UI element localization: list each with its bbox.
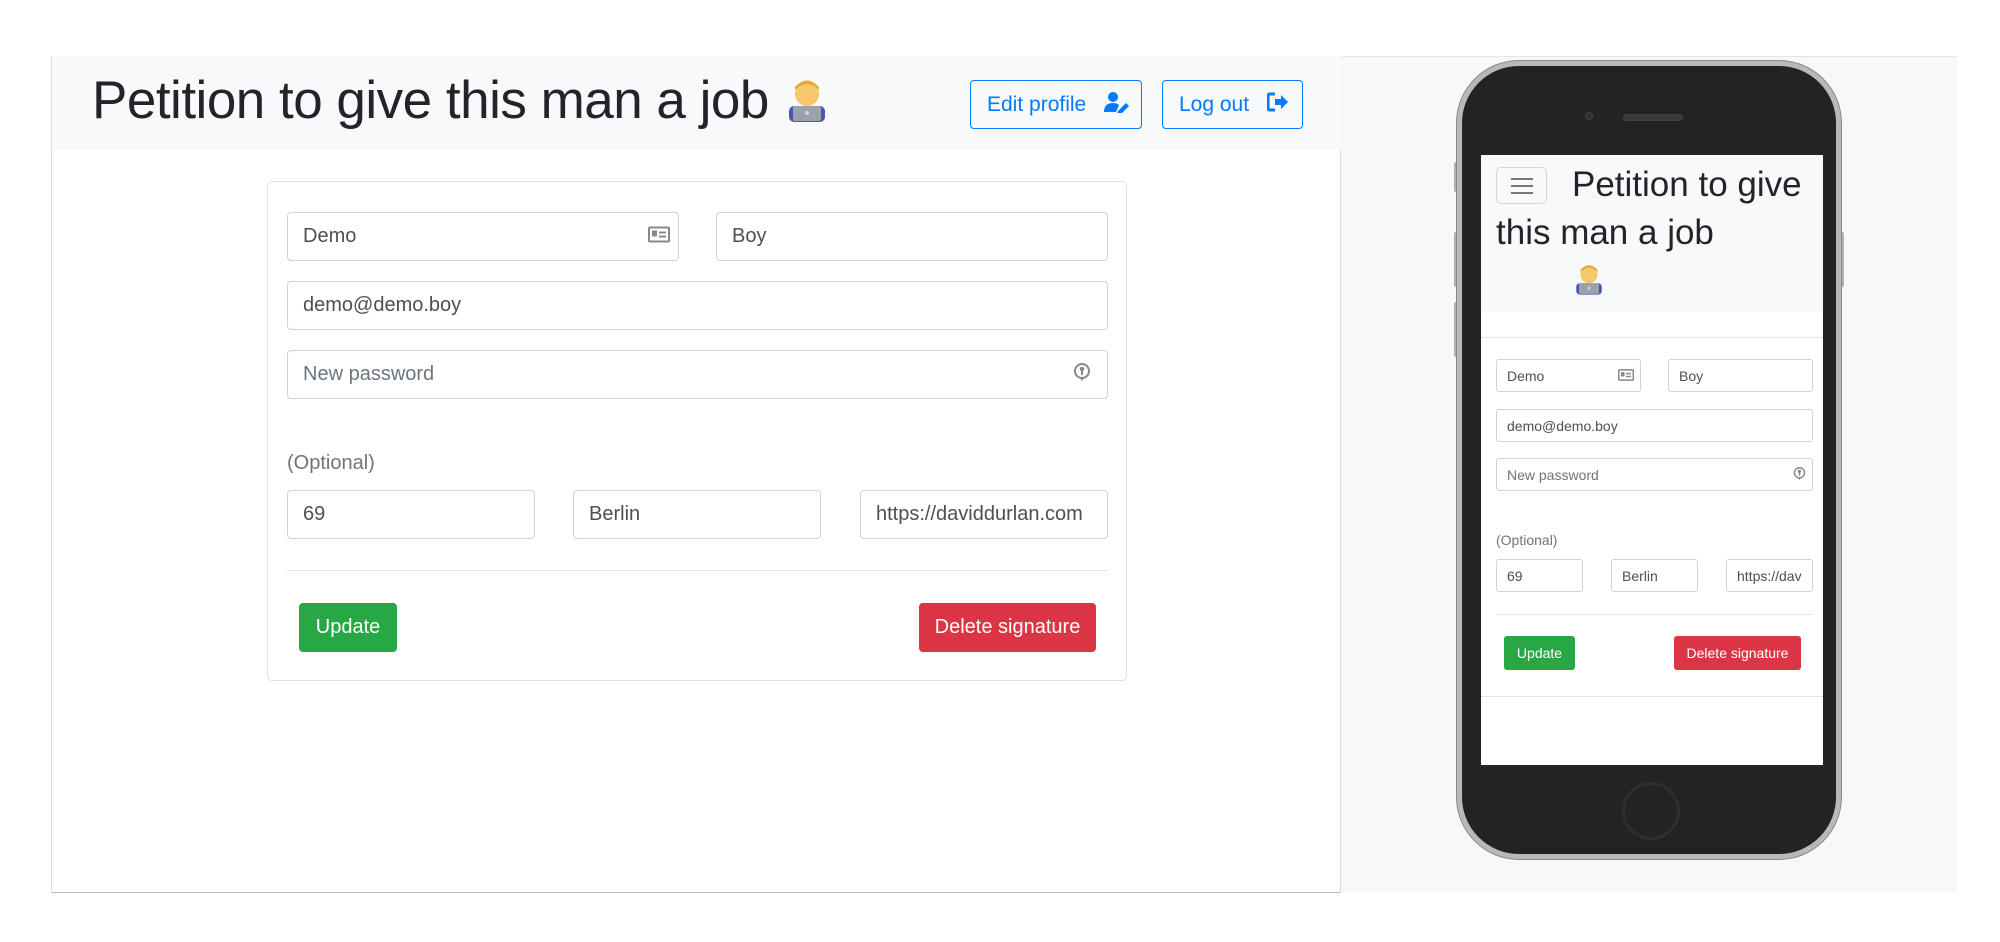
mobile-homepage-input[interactable]: https://dav (1726, 559, 1813, 592)
mobile-last-name-value: Boy (1679, 367, 1704, 384)
age-input[interactable]: 69 (287, 490, 535, 539)
mobile-last-name-input[interactable]: Boy (1668, 359, 1813, 392)
password-placeholder: New password (303, 363, 435, 385)
first-name-value: Demo (303, 225, 357, 247)
edit-profile-button[interactable]: Edit profile (970, 80, 1142, 129)
update-label: Update (315, 616, 381, 638)
phone-speaker (1623, 114, 1683, 121)
email-input[interactable]: demo@demo.boy (287, 281, 1108, 330)
mobile-update-label: Update (1516, 645, 1563, 661)
phone-home-button[interactable] (1622, 782, 1680, 840)
city-value: Berlin (589, 503, 641, 525)
page-title-text: Petition to give this man a job (92, 71, 769, 130)
mobile-optional-label: (Optional) (1496, 532, 1558, 548)
first-name-input[interactable]: Demo (287, 212, 679, 261)
page-title: Petition to give this man a job (92, 70, 831, 137)
mobile-navbar: Petition to give this man a job (1481, 155, 1823, 312)
logout-button[interactable]: Log out (1162, 80, 1303, 129)
optional-label: (Optional) (287, 452, 375, 474)
phone-frame: Petition to give this man a job Demo Boy… (1457, 61, 1841, 859)
mobile-first-name-value: Demo (1507, 367, 1545, 384)
mobile-password-input[interactable]: New password (1496, 458, 1813, 491)
mobile-delete-signature-button[interactable]: Delete signature (1674, 636, 1801, 670)
mobile-email-input[interactable]: demo@demo.boy (1496, 409, 1813, 442)
mobile-preview-panel: Petition to give this man a job Demo Boy… (1341, 56, 1957, 893)
homepage-value: https://daviddurlan.com (876, 503, 1083, 525)
update-button[interactable]: Update (299, 603, 397, 652)
mobile-age-input[interactable]: 69 (1496, 559, 1583, 592)
last-name-input[interactable]: Boy (716, 212, 1108, 261)
homepage-input[interactable]: https://daviddurlan.com (860, 490, 1108, 539)
mobile-password-placeholder: New password (1507, 466, 1599, 483)
delete-signature-label: Delete signature (934, 616, 1081, 638)
delete-signature-button[interactable]: Delete signature (919, 603, 1096, 652)
user-edit-icon (1104, 91, 1130, 119)
email-value: demo@demo.boy (303, 294, 462, 316)
id-card-icon (648, 225, 670, 248)
city-input[interactable]: Berlin (573, 490, 821, 539)
logout-label: Log out (1179, 92, 1250, 116)
password-input[interactable]: New password (287, 350, 1108, 399)
mobile-delete-signature-label: Delete signature (1686, 645, 1789, 661)
mobile-id-card-icon (1618, 368, 1634, 384)
navbar: Petition to give this man a job Edit pro… (52, 56, 1341, 150)
mobile-city-input[interactable]: Berlin (1611, 559, 1698, 592)
mobile-age-value: 69 (1507, 567, 1523, 584)
form-divider (287, 570, 1108, 571)
edit-profile-label: Edit profile (987, 92, 1087, 116)
mobile-update-button[interactable]: Update (1504, 636, 1575, 670)
mobile-form-divider (1496, 614, 1813, 615)
phone-screen: Petition to give this man a job Demo Boy… (1481, 155, 1823, 765)
desktop-view: Petition to give this man a job Edit pro… (51, 56, 1341, 893)
hamburger-icon[interactable] (1496, 167, 1547, 204)
phone-camera (1585, 112, 1593, 120)
mobile-email-value: demo@demo.boy (1507, 417, 1618, 434)
age-value: 69 (303, 503, 326, 525)
technologist-emoji (783, 76, 831, 137)
mobile-profile-form: Demo Boy demo@demo.boy New password (Opt… (1481, 337, 1823, 697)
mobile-homepage-value: https://dav (1737, 567, 1802, 584)
mobile-key-icon (1793, 466, 1806, 484)
mobile-first-name-input[interactable]: Demo (1496, 359, 1641, 392)
mobile-city-value: Berlin (1622, 567, 1658, 584)
key-icon (1073, 362, 1091, 388)
profile-form-card: Demo Boy demo@demo.boy New password (Opt… (267, 181, 1127, 681)
sign-out-icon (1266, 92, 1289, 118)
mobile-technologist-emoji (1496, 261, 1606, 309)
last-name-value: Boy (732, 225, 767, 247)
